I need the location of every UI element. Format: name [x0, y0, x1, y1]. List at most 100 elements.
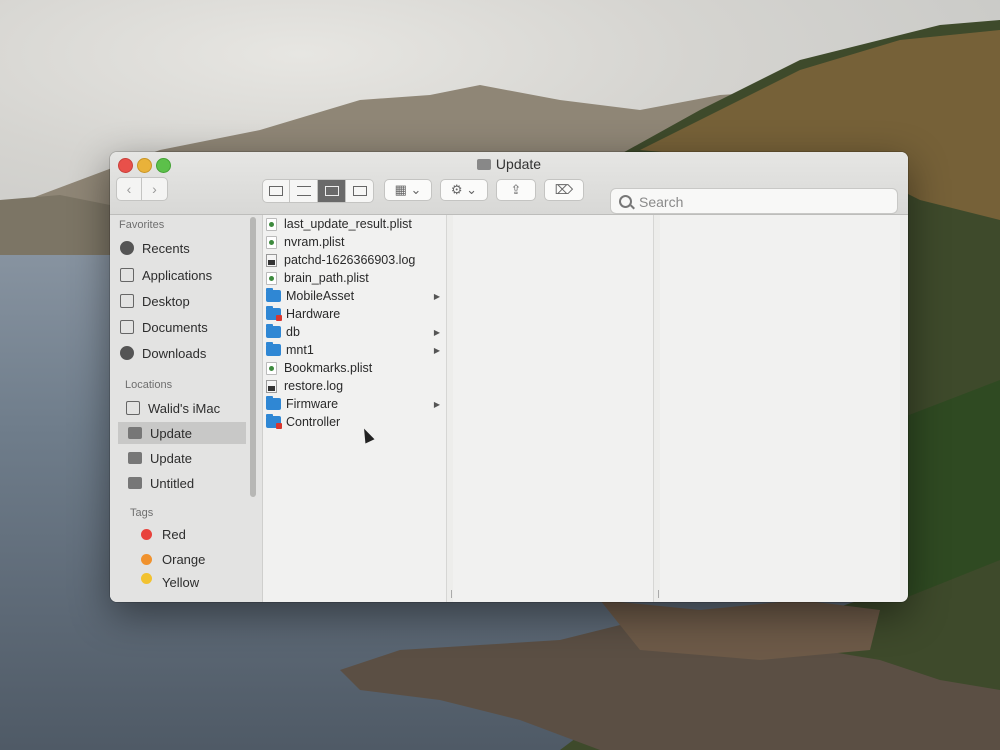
tag-button[interactable]: ⌦	[544, 179, 584, 201]
list-item[interactable]: MobileAsset ▶	[266, 287, 444, 305]
sidebar: Favorites Recents Applications Desktop D…	[110, 215, 263, 602]
red-tag-dot-icon	[141, 528, 152, 540]
file-name: Controller	[286, 415, 341, 429]
chevron-right-icon: ›	[152, 181, 157, 197]
file-column-3	[660, 215, 900, 602]
disclosure-arrow-icon: ▶	[433, 291, 440, 301]
log-file-icon	[266, 379, 277, 393]
list-view-icon	[296, 186, 311, 196]
sidebar-item-label: Yellow	[162, 575, 200, 587]
locked-folder-icon	[266, 306, 282, 321]
locations-heading: Locations	[125, 379, 173, 391]
drive-icon	[128, 427, 142, 439]
list-item[interactable]: patchd-1626366903.log	[266, 251, 444, 269]
file-name: Bookmarks.plist	[284, 361, 373, 375]
yellow-tag-dot-icon	[141, 573, 152, 584]
column-view-icon	[324, 186, 339, 196]
folder-icon	[266, 288, 281, 302]
folder-icon	[266, 324, 281, 338]
plist-file-icon	[266, 361, 277, 375]
share-button[interactable]: ⇪	[496, 179, 536, 201]
disclosure-arrow-icon: ▶	[433, 327, 440, 337]
file-name: nvram.plist	[284, 235, 345, 249]
folder-icon	[266, 396, 281, 410]
file-name: brain_path.plist	[284, 271, 369, 285]
sidebar-item-untitled[interactable]: Untitled	[128, 472, 254, 494]
sidebar-item-update-selected[interactable]: Update	[118, 422, 246, 444]
back-button[interactable]: ‹	[116, 177, 142, 201]
sidebar-item-desktop[interactable]: Desktop	[120, 290, 246, 312]
sidebar-item-downloads[interactable]: Downloads	[120, 342, 246, 364]
sidebar-tag-orange[interactable]: Orange	[128, 548, 254, 570]
sidebar-item-label: Documents	[142, 319, 208, 335]
view-mode-buttons	[262, 179, 374, 203]
file-column-2	[453, 215, 664, 602]
favorites-heading: Favorites	[119, 219, 165, 231]
list-item[interactable]: mnt1 ▶	[266, 341, 444, 359]
finder-window: Update ‹ › ▦ ⌄ ⚙ ⌄ ⇪ ⌦ Favorites Recents…	[110, 152, 908, 602]
drive-icon	[128, 452, 142, 464]
file-name: db	[286, 325, 300, 339]
sidebar-item-recents[interactable]: Recents	[120, 237, 246, 259]
sidebar-item-label: Applications	[142, 267, 213, 283]
tags-heading: Tags	[130, 507, 154, 519]
sidebar-item-imac[interactable]: Walid's iMac	[126, 397, 252, 419]
list-item[interactable]: restore.log	[266, 377, 444, 395]
orange-tag-dot-icon	[141, 553, 152, 565]
folder-icon	[266, 342, 281, 356]
gallery-view-button[interactable]	[346, 179, 374, 203]
group-by-button[interactable]: ▦ ⌄	[384, 179, 432, 201]
window-title-text: Update	[495, 156, 542, 172]
disclosure-arrow-icon: ▶	[433, 345, 440, 355]
document-icon	[120, 320, 134, 334]
plist-file-icon	[266, 235, 277, 249]
search-icon	[619, 195, 632, 208]
file-name: mnt1	[286, 343, 314, 357]
plist-file-icon	[266, 271, 277, 285]
tag-icon: ⌦	[554, 182, 574, 197]
file-name: patchd-1626366903.log	[284, 253, 416, 267]
action-button[interactable]: ⚙ ⌄	[440, 179, 488, 201]
sidebar-item-label: Recents	[142, 240, 190, 256]
search-input[interactable]	[637, 191, 891, 213]
list-item[interactable]: brain_path.plist	[266, 269, 444, 287]
log-file-icon	[266, 253, 277, 267]
sidebar-item-documents[interactable]: Documents	[120, 316, 246, 338]
sidebar-item-label: Red	[162, 526, 186, 542]
icon-view-button[interactable]	[262, 179, 290, 203]
list-view-button[interactable]	[290, 179, 318, 203]
file-name: restore.log	[284, 379, 344, 393]
list-item[interactable]: Firmware ▶	[266, 395, 444, 413]
sidebar-item-label: Untitled	[150, 475, 195, 491]
list-item[interactable]: Bookmarks.plist	[266, 359, 444, 377]
list-item[interactable]: db ▶	[266, 323, 444, 341]
file-name: Firmware	[286, 397, 339, 411]
sidebar-item-label: Desktop	[142, 293, 190, 309]
window-title: Update	[110, 156, 908, 172]
list-item[interactable]: nvram.plist	[266, 233, 444, 251]
list-item[interactable]: last_update_result.plist	[266, 215, 444, 233]
sidebar-tag-red[interactable]: Red	[128, 523, 254, 545]
sidebar-item-label: Downloads	[142, 345, 207, 361]
sidebar-item-label: Walid's iMac	[148, 400, 221, 416]
search-field[interactable]	[610, 188, 898, 214]
icon-view-icon	[269, 186, 283, 196]
drive-icon	[476, 159, 491, 170]
list-item[interactable]: Hardware	[266, 305, 444, 323]
navigation-buttons: ‹ ›	[116, 177, 168, 201]
share-icon: ⇪	[510, 182, 522, 197]
locked-folder-icon	[266, 414, 282, 429]
group-by-icon: ▦ ⌄	[394, 182, 422, 197]
sidebar-tag-yellow[interactable]: Yellow	[128, 571, 254, 587]
column-view-button[interactable]	[318, 179, 346, 203]
applications-icon	[120, 268, 134, 282]
sidebar-item-update[interactable]: Update	[128, 447, 254, 469]
sidebar-item-applications[interactable]: Applications	[120, 264, 246, 286]
list-item[interactable]: Controller	[266, 413, 444, 431]
drive-icon	[128, 477, 142, 489]
file-name: Hardware	[286, 307, 341, 321]
file-name: MobileAsset	[286, 289, 355, 303]
sidebar-item-label: Update	[150, 425, 192, 441]
download-icon	[120, 346, 134, 360]
forward-button[interactable]: ›	[142, 177, 168, 201]
